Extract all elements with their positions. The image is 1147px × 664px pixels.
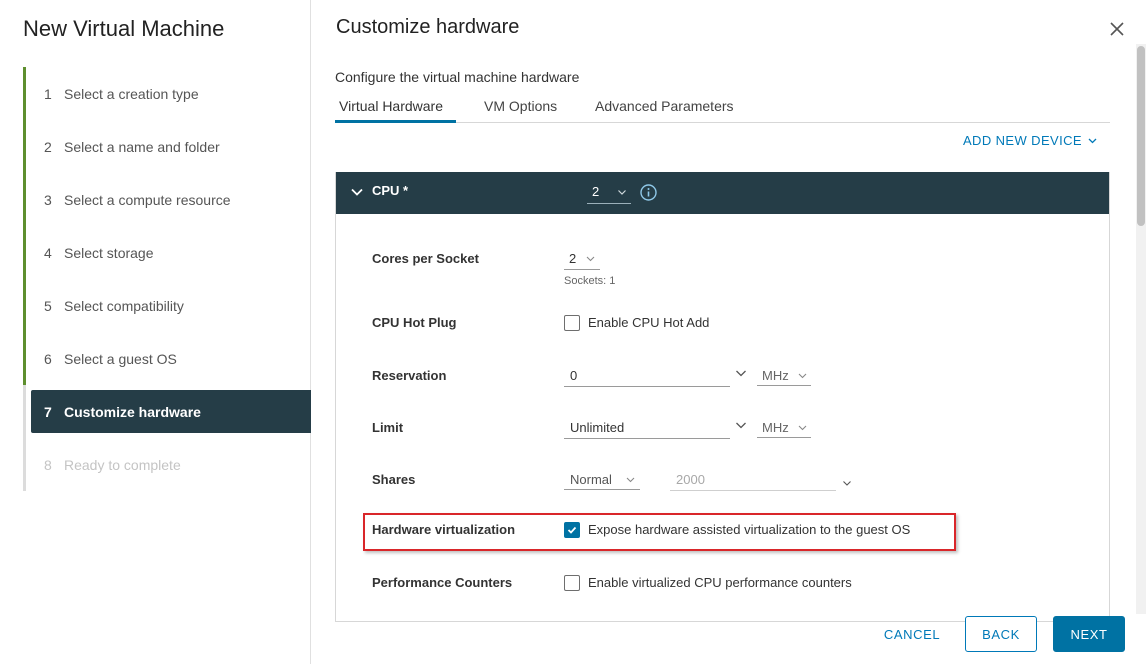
- step-number: 5: [44, 297, 52, 314]
- wizard-step-8: 8 Ready to complete: [23, 438, 311, 491]
- chevron-down-icon: [798, 425, 807, 431]
- step-number: 1: [44, 85, 52, 102]
- chevron-down-icon: [798, 373, 807, 379]
- cores-per-socket-label: Cores per Socket: [372, 251, 479, 266]
- cpu-section: CPU * 2 Cores per Socket 2 Sockets: 1 CP…: [335, 172, 1110, 622]
- hardware-virtualization-option: Expose hardware assisted virtualization …: [588, 522, 911, 537]
- tab-vm-options[interactable]: VM Options: [484, 96, 557, 123]
- cpu-count-select[interactable]: 2: [587, 182, 631, 204]
- tab-advanced-parameters[interactable]: Advanced Parameters: [595, 96, 734, 123]
- shares-level-value: Normal: [570, 472, 612, 487]
- shares-number-input[interactable]: 2000: [670, 468, 836, 491]
- performance-counters-label: Performance Counters: [372, 575, 513, 590]
- step-label: Select a creation type: [64, 85, 199, 102]
- wizard-step-1[interactable]: 1 Select a creation type: [23, 67, 311, 120]
- tab-virtual-hardware[interactable]: Virtual Hardware: [335, 96, 456, 123]
- check-icon: [567, 526, 577, 534]
- chevron-down-icon: [1088, 138, 1097, 144]
- step-number: 6: [44, 350, 52, 367]
- page-subtitle: Configure the virtual machine hardware: [335, 69, 580, 85]
- performance-counters-option: Enable virtualized CPU performance count…: [588, 575, 852, 590]
- limit-value: Unlimited: [570, 420, 625, 435]
- limit-input[interactable]: Unlimited: [564, 416, 730, 439]
- reservation-unit-select[interactable]: MHz: [757, 364, 811, 386]
- reservation-label: Reservation: [372, 368, 447, 383]
- cpu-label: CPU *: [372, 183, 409, 198]
- wizard-step-3[interactable]: 3 Select a compute resource: [23, 173, 311, 226]
- cores-per-socket-value: 2: [569, 251, 577, 266]
- wizard-step-6[interactable]: 6 Select a guest OS: [23, 332, 311, 385]
- main-panel: Customize hardware Configure the virtual…: [312, 0, 1147, 664]
- cancel-button[interactable]: CANCEL: [872, 616, 952, 652]
- cores-per-socket-select[interactable]: 2: [564, 248, 600, 270]
- step-label: Select compatibility: [64, 297, 184, 314]
- hardware-virtualization-checkbox[interactable]: [564, 522, 580, 538]
- performance-counters-checkbox[interactable]: [564, 575, 580, 591]
- wizard-step-5[interactable]: 5 Select compatibility: [23, 279, 311, 332]
- scrollbar-thumb[interactable]: [1137, 46, 1145, 226]
- reservation-unit-value: MHz: [762, 368, 789, 383]
- chevron-down-icon[interactable]: [735, 367, 747, 379]
- cpu-hot-add-checkbox[interactable]: [564, 315, 580, 331]
- wizard-step-7[interactable]: 7 Customize hardware: [23, 385, 311, 438]
- step-number: 8: [44, 456, 52, 473]
- step-label: Customize hardware: [64, 403, 201, 420]
- step-number: 4: [44, 244, 52, 261]
- step-label: Select a compute resource: [64, 191, 231, 208]
- step-label: Select storage: [64, 244, 154, 261]
- chevron-down-icon[interactable]: [735, 419, 747, 431]
- reservation-input[interactable]: 0: [564, 364, 730, 387]
- add-new-device-label: ADD NEW DEVICE: [962, 133, 1082, 148]
- step-label: Select a name and folder: [64, 138, 220, 155]
- chevron-down-icon: [618, 190, 626, 195]
- hardware-virtualization-label: Hardware virtualization: [372, 522, 516, 537]
- step-label: Select a guest OS: [64, 350, 177, 367]
- wizard-step-4[interactable]: 4 Select storage: [23, 226, 311, 279]
- step-number: 7: [44, 403, 52, 420]
- wizard-title: New Virtual Machine: [23, 16, 225, 41]
- limit-label: Limit: [372, 420, 404, 435]
- tab-bar: Virtual Hardware VM Options Advanced Par…: [335, 96, 1110, 123]
- cpu-hot-plug-label: CPU Hot Plug: [372, 315, 457, 330]
- close-icon[interactable]: [1108, 20, 1126, 38]
- reservation-value: 0: [570, 368, 578, 383]
- wizard-sidebar: New Virtual Machine 1 Select a creation …: [0, 0, 311, 664]
- step-number: 2: [44, 138, 52, 155]
- shares-label: Shares: [372, 472, 416, 487]
- shares-level-select[interactable]: Normal: [564, 468, 640, 490]
- shares-number-placeholder: 2000: [676, 472, 705, 487]
- cpu-section-header[interactable]: CPU * 2: [336, 172, 1109, 214]
- next-button[interactable]: NEXT: [1053, 616, 1125, 652]
- chevron-down-icon: [586, 256, 595, 262]
- chevron-down-icon[interactable]: [842, 478, 852, 488]
- wizard-steps: 1 Select a creation type 2 Select a name…: [23, 67, 311, 491]
- chevron-down-icon: [626, 477, 635, 483]
- page-title: Customize hardware: [336, 16, 520, 38]
- chevron-down-icon[interactable]: [350, 185, 364, 199]
- step-number: 3: [44, 191, 52, 208]
- info-icon[interactable]: [640, 184, 657, 201]
- limit-unit-value: MHz: [762, 420, 789, 435]
- limit-unit-select[interactable]: MHz: [757, 416, 811, 438]
- cpu-hot-add-option: Enable CPU Hot Add: [588, 315, 710, 330]
- add-new-device-button[interactable]: ADD NEW DEVICE: [963, 133, 1097, 148]
- step-label: Ready to complete: [64, 456, 181, 473]
- cpu-count-value: 2: [592, 184, 600, 199]
- wizard-step-2[interactable]: 2 Select a name and folder: [23, 120, 311, 173]
- sockets-text: Sockets: 1: [564, 275, 616, 287]
- back-button[interactable]: BACK: [965, 616, 1037, 652]
